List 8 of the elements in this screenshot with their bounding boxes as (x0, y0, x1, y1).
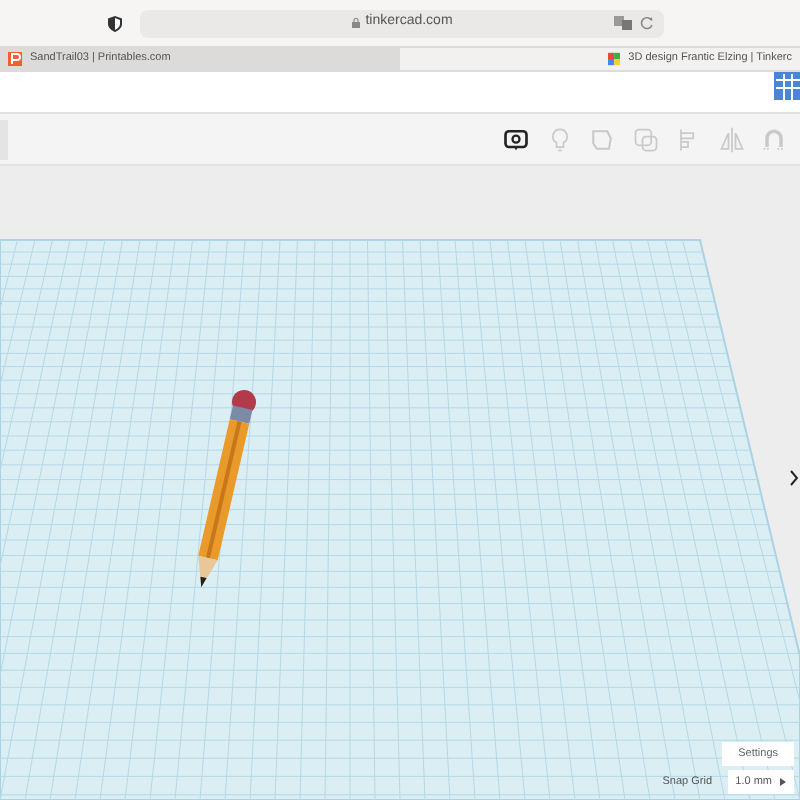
reload-icon[interactable] (640, 15, 654, 29)
caret-icon (780, 777, 786, 786)
favicon-icon (608, 52, 621, 66)
favicon-icon (8, 52, 22, 66)
translate-icon[interactable] (614, 15, 632, 29)
shield-icon[interactable] (108, 15, 122, 31)
lock-icon (351, 18, 360, 28)
grid-icon[interactable] (774, 72, 800, 100)
